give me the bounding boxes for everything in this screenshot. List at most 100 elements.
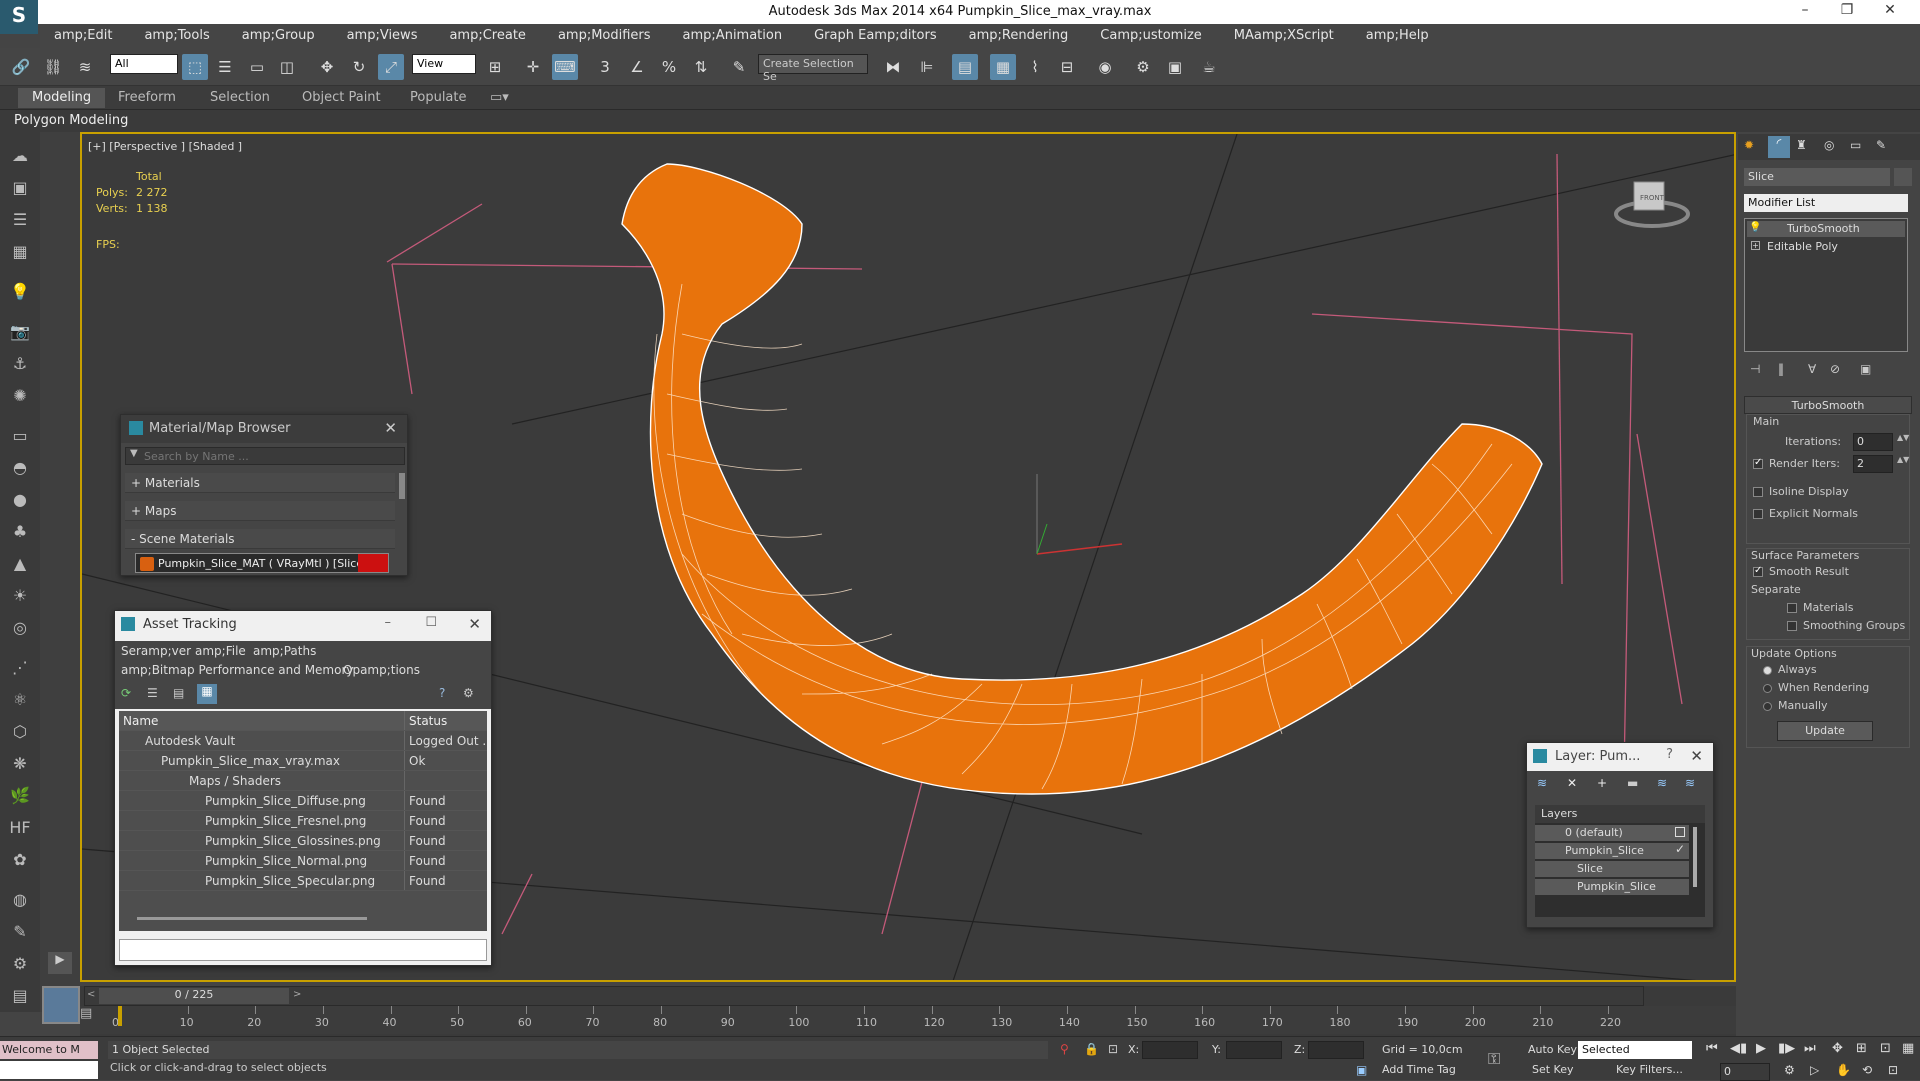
curve-editor-icon[interactable]: ⌇ [1022, 54, 1048, 80]
materials-row[interactable]: Materials [1787, 601, 1853, 614]
spinner-snap-icon[interactable]: ⇅ [688, 54, 714, 80]
menu-edit[interactable]: amp;Edit [40, 24, 130, 48]
menu-file[interactable]: amp;File [195, 644, 246, 658]
welcome-box[interactable]: Welcome to M [0, 1041, 98, 1059]
highlight-layer-icon[interactable]: ≋ [1657, 776, 1667, 790]
pan-icon[interactable]: ✋ [1836, 1063, 1851, 1077]
select-in-layer-icon[interactable]: ▬ [1627, 776, 1638, 790]
menu-create[interactable]: amp;Create [435, 24, 543, 48]
table-row[interactable]: Maps / Shaders [119, 771, 487, 791]
tab-object-paint[interactable]: Object Paint [302, 90, 381, 105]
group-maps[interactable]: + Maps [125, 501, 395, 521]
hemisphere-icon[interactable]: ◓ [6, 454, 34, 482]
asset-tracking-header[interactable]: Asset Tracking – ☐ ✕ [115, 611, 491, 639]
menu-group[interactable]: amp;Group [228, 24, 333, 48]
make-unique-icon[interactable]: ∀ [1808, 362, 1816, 376]
rendered-frame-icon[interactable]: ▣ [1162, 54, 1188, 80]
ribbon-options-icon[interactable]: ▭▾ [490, 90, 509, 105]
table-row[interactable]: Pumpkin_Slice_Fresnel.png Found [119, 811, 487, 831]
cone-icon[interactable]: ▲ [6, 550, 34, 578]
menu-bitmap-performance[interactable]: amp;Bitmap Performance and Memory [121, 663, 354, 677]
pin-stack-icon[interactable]: ⊣ [1750, 362, 1760, 376]
rotate-icon[interactable]: ↻ [346, 54, 372, 80]
menu-paths[interactable]: amp;Paths [253, 644, 316, 658]
pivot-center-icon[interactable]: ⊞ [482, 54, 508, 80]
close-icon[interactable]: ✕ [384, 419, 397, 437]
minimize-icon[interactable]: – [385, 615, 392, 630]
render-iters-checkbox[interactable] [1753, 457, 1763, 469]
refresh-icon[interactable]: ⟳ [121, 686, 131, 700]
frame-counter[interactable]: 0 / 225 [99, 988, 289, 1004]
scale-icon[interactable]: ⤢ [378, 54, 404, 80]
always-radio[interactable] [1763, 665, 1772, 675]
display-tab-icon[interactable]: ▭ [1850, 138, 1861, 152]
globe-icon[interactable]: ◍ [6, 886, 34, 914]
maximize-icon[interactable]: ☐ [425, 615, 437, 630]
slider-prev-icon[interactable]: < [87, 989, 95, 1000]
material-browser-header[interactable]: Material/Map Browser ✕ [121, 415, 407, 443]
tab-modeling[interactable]: Modeling [18, 88, 106, 108]
add-to-layer-icon[interactable]: + [1597, 776, 1607, 790]
orbit-icon[interactable]: ⟲ [1862, 1063, 1872, 1077]
dynamics-icon[interactable]: ⚛ [6, 686, 34, 714]
window-crossing-icon[interactable]: ◫ [274, 54, 300, 80]
when-rendering-radio[interactable] [1763, 683, 1772, 693]
asset-path-field[interactable] [119, 939, 487, 961]
y-coord-field[interactable] [1226, 1041, 1282, 1059]
slider-next-icon[interactable]: > [293, 989, 301, 1000]
move-icon[interactable]: ✥ [314, 54, 340, 80]
graphite-ribbon-icon[interactable]: ▦ [990, 54, 1016, 80]
network-icon[interactable]: ⚙ [6, 950, 34, 978]
next-frame-icon[interactable]: ▮▶ [1778, 1041, 1795, 1056]
table-row[interactable]: Pumpkin_Slice_Specular.png Found [119, 871, 487, 891]
go-to-end-icon[interactable]: ⏭ [1804, 1041, 1816, 1056]
menu-animation[interactable]: amp;Animation [669, 24, 801, 48]
sun-icon[interactable]: ☀ [6, 582, 34, 610]
unlink-icon[interactable]: ⛓ [40, 54, 66, 80]
maximize-icon[interactable]: ❐ [1832, 2, 1862, 18]
table-row[interactable]: Autodesk Vault Logged Out ... [119, 731, 487, 751]
lock-icon[interactable]: 🔒 [1084, 1042, 1099, 1056]
lightbulb-icon[interactable]: 💡 [1749, 222, 1761, 233]
ribbon-subtitle[interactable]: Polygon Modeling [14, 113, 128, 128]
object-name-field[interactable]: Slice [1744, 168, 1890, 186]
smoothing-groups-row[interactable]: Smoothing Groups [1787, 619, 1905, 632]
bind-space-warp-icon[interactable]: ≋ [72, 54, 98, 80]
when-rendering-row[interactable]: When Rendering [1763, 681, 1869, 694]
material-search-input[interactable] [144, 449, 400, 463]
absolute-mode-icon[interactable]: ⊡ [1108, 1042, 1118, 1056]
close-icon[interactable]: ✕ [1875, 2, 1905, 18]
key-filters-button[interactable]: Key Filters... [1616, 1063, 1683, 1076]
schematic-view-icon[interactable]: ⊟ [1054, 54, 1080, 80]
select-object-icon[interactable]: ⬚ [182, 54, 208, 80]
explicit-normals-checkbox[interactable] [1753, 509, 1763, 519]
materials-checkbox[interactable] [1787, 603, 1797, 613]
keyboard-shortcut-icon[interactable]: ⌨ [552, 54, 578, 80]
link-icon[interactable]: 🔗 [8, 54, 34, 80]
configure-sets-icon[interactable]: ▣ [1860, 362, 1871, 376]
scene-material-item[interactable]: Pumpkin_Slice_MAT ( VRayMtl ) [Slice] [135, 553, 389, 573]
modifier-list-dropdown[interactable]: Modifier List [1744, 194, 1908, 212]
menu-rendering[interactable]: amp;Rendering [955, 24, 1087, 48]
zoom-extents-icon[interactable]: ⊡ [1880, 1041, 1891, 1056]
prev-frame-icon[interactable]: ◀▮ [1730, 1041, 1747, 1056]
render-production-icon[interactable]: ☕ [1196, 54, 1222, 80]
light-icon[interactable]: 💡 [6, 278, 34, 306]
hair-icon[interactable]: ⋰ [6, 654, 34, 682]
tree-view-icon[interactable]: ▤ [173, 686, 184, 700]
menu-tools[interactable]: amp;Tools [130, 24, 227, 48]
create-tab-icon[interactable]: ✹ [1744, 138, 1754, 152]
render-iters-row[interactable]: Render Iters: [1753, 457, 1840, 470]
skin-icon[interactable]: ⬡ [6, 718, 34, 746]
render-iters-spinner-arrows[interactable]: ▲▼ [1897, 455, 1909, 464]
render-icon[interactable]: ▤ [6, 982, 34, 1010]
hide-layers-icon[interactable]: ≋ [1685, 776, 1695, 790]
zoom-icon[interactable]: ✥ [1832, 1041, 1843, 1056]
pattern-icon[interactable]: ✿ [6, 846, 34, 874]
show-end-result-icon[interactable]: ‖ [1778, 362, 1784, 376]
motion-tab-icon[interactable]: ◎ [1824, 138, 1834, 152]
group-scene-materials[interactable]: - Scene Materials [125, 529, 395, 549]
menu-options[interactable]: Opamp;tions [343, 663, 420, 677]
x-coord-field[interactable] [1142, 1041, 1198, 1059]
material-editor-icon[interactable]: ◉ [1092, 54, 1118, 80]
